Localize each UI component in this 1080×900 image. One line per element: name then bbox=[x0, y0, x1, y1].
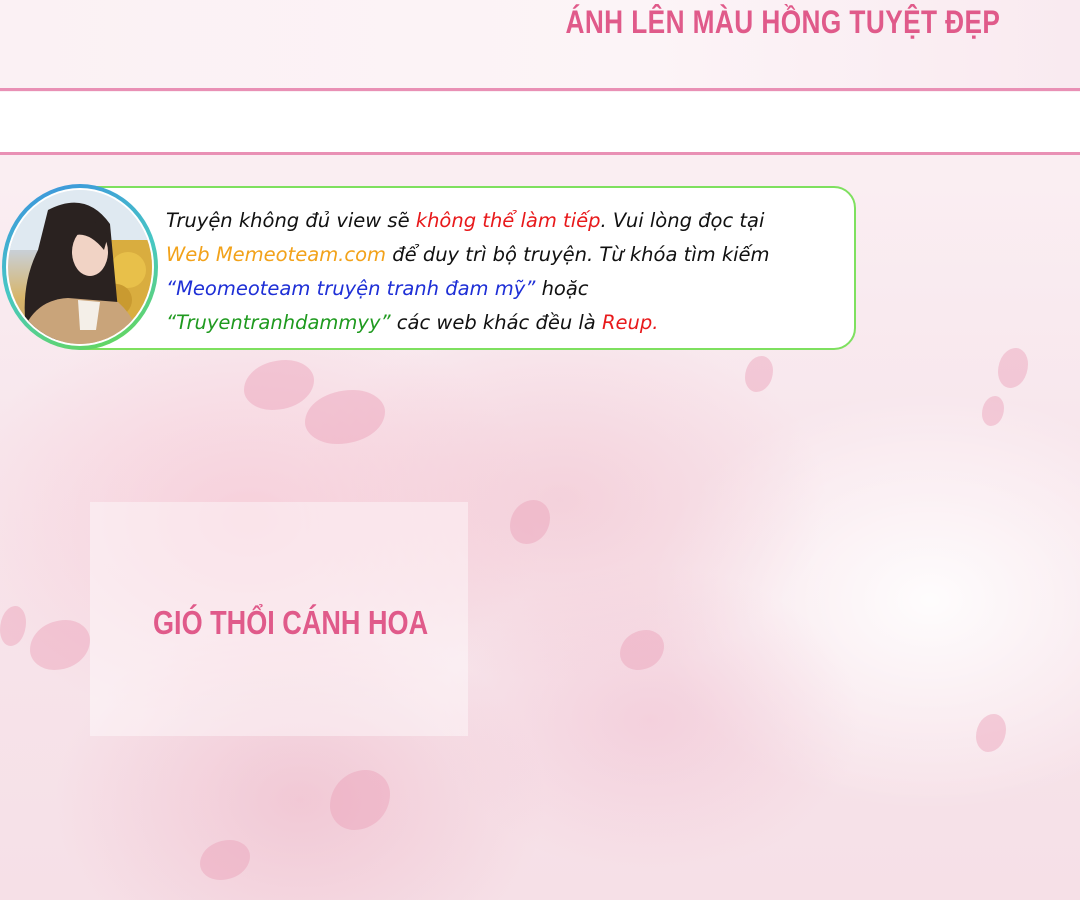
avatar bbox=[2, 184, 158, 350]
notice-text-span: . bbox=[652, 311, 659, 334]
bottom-divider bbox=[0, 152, 1080, 155]
caption-title: GIÓ THỔI CÁNH HOA bbox=[153, 604, 429, 641]
search-keyword-1: “Meomeoteam truyện tranh đam mỹ” bbox=[166, 277, 536, 300]
reup-highlight: Reup bbox=[601, 311, 653, 334]
notice-text-span: để duy trì bộ truyện. Từ khóa tìm kiếm bbox=[386, 243, 770, 266]
notice-text-span: Truyện không đủ view sẽ bbox=[166, 209, 416, 232]
notice-line-2: Web Memeoteam.com để duy trì bộ truyện. … bbox=[166, 238, 856, 272]
notice-text-span: . Vui lòng đọc tại bbox=[600, 209, 765, 232]
white-strip bbox=[0, 92, 1080, 152]
page-title: ÁNH LÊN MÀU HỒNG TUYỆT ĐẸP bbox=[565, 4, 1000, 40]
search-keyword-2: “Truyentranhdammyy” bbox=[166, 311, 391, 334]
notice-line-3: “Meomeoteam truyện tranh đam mỹ” hoặc bbox=[166, 272, 856, 306]
notice-line-1: Truyện không đủ view sẽ không thể làm ti… bbox=[166, 204, 856, 238]
notice-line-4: “Truyentranhdammyy” các web khác đều là … bbox=[166, 306, 856, 340]
notice-bubble: Truyện không đủ view sẽ không thể làm ti… bbox=[60, 186, 856, 350]
warning-highlight: không thể làm tiếp bbox=[415, 209, 601, 232]
notice-text-span: hoặc bbox=[535, 277, 589, 300]
notice-text: Truyện không đủ view sẽ không thể làm ti… bbox=[166, 204, 856, 340]
top-divider bbox=[0, 88, 1080, 91]
notice-text-span: các web khác đều là bbox=[390, 311, 602, 334]
website-link[interactable]: Web Memeoteam.com bbox=[166, 243, 386, 266]
avatar-illustration bbox=[8, 190, 152, 344]
avatar-photo bbox=[8, 190, 152, 344]
